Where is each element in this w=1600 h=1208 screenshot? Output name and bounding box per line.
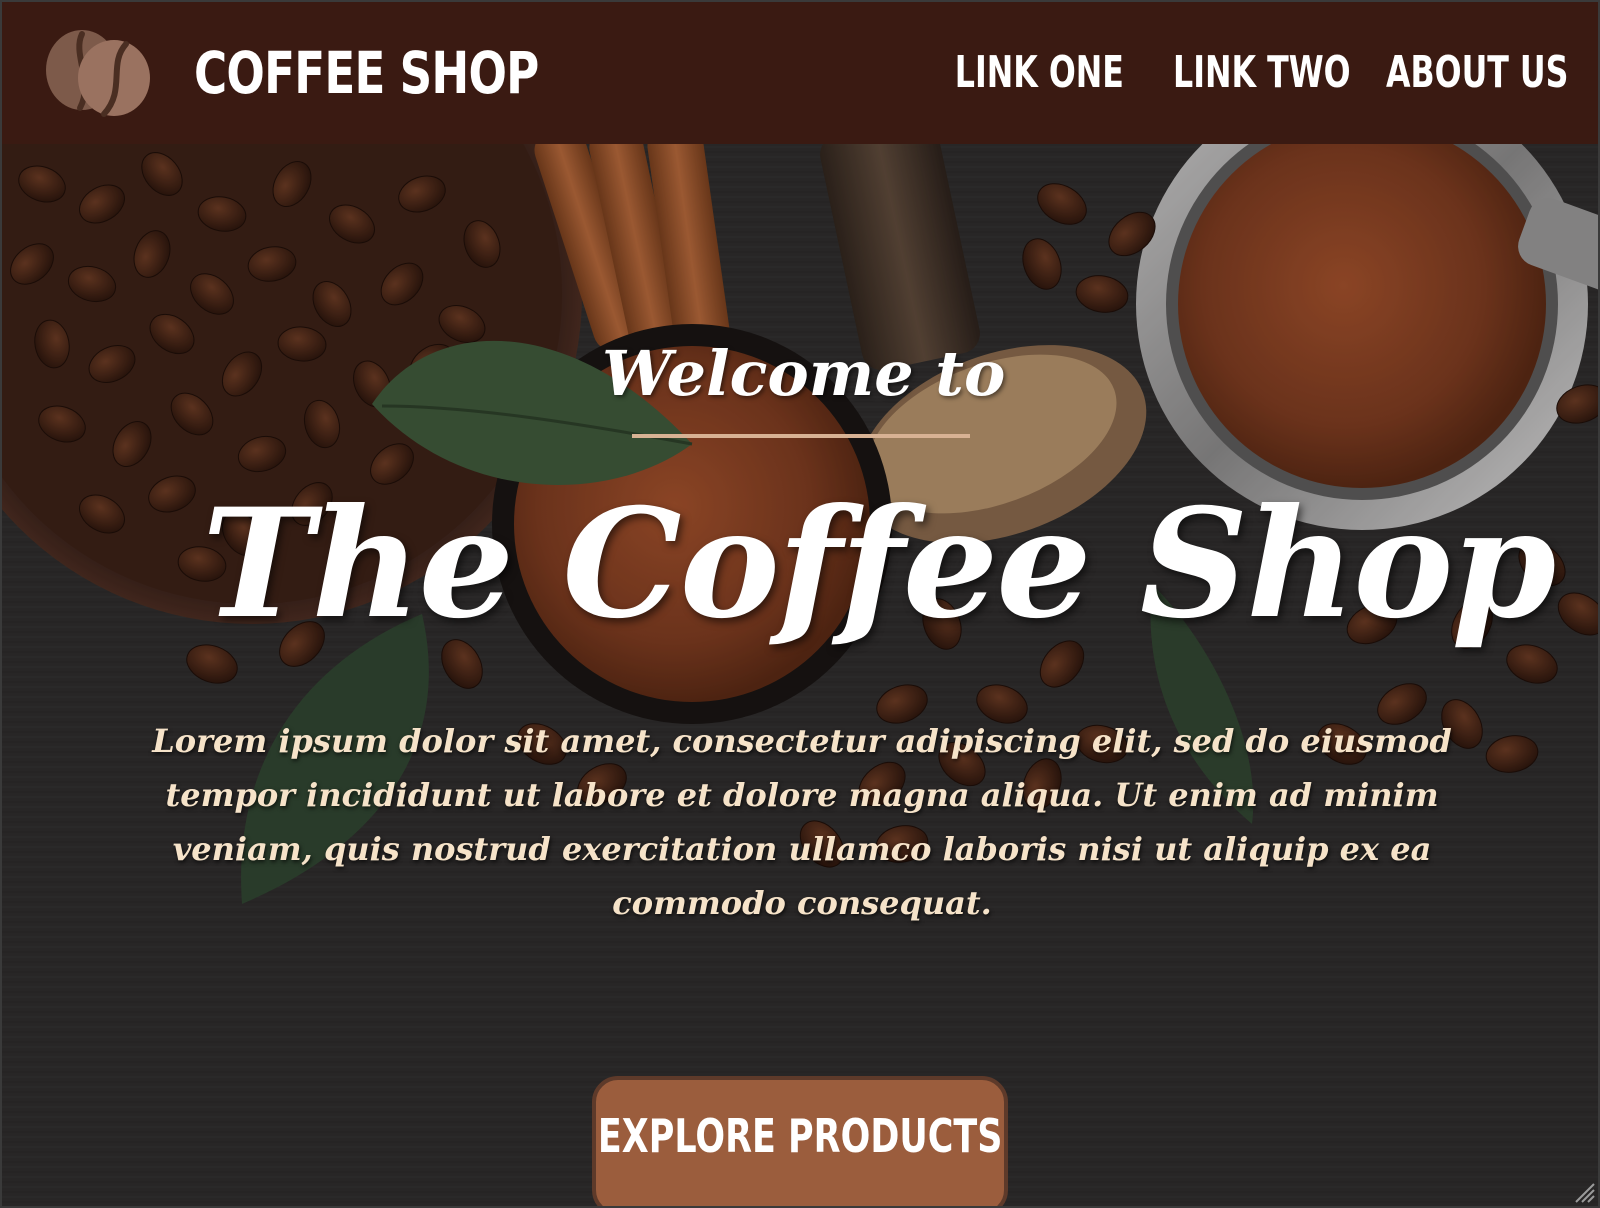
nav-link-two[interactable]: LINK TWO	[1173, 40, 1351, 106]
browser-viewport: COFFEE SHOP LINK ONE LINK TWO ABOUT US W…	[0, 0, 1600, 1208]
explore-products-button[interactable]: EXPLORE PRODUCTS	[592, 1076, 1008, 1206]
nav-links: LINK ONE LINK TWO ABOUT US	[889, 40, 1568, 106]
resize-grip-icon[interactable]	[1568, 1176, 1596, 1204]
navbar: COFFEE SHOP LINK ONE LINK TWO ABOUT US	[2, 2, 1598, 144]
nav-link-one[interactable]: LINK ONE	[955, 40, 1124, 106]
welcome-divider	[632, 434, 970, 438]
hero-description: Lorem ipsum dolor sit amet, consectetur …	[152, 722, 1452, 922]
hero-section: Welcome to The Coffee Shop Lorem ipsum d…	[2, 144, 1598, 1206]
explore-products-label: EXPLORE PRODUCTS	[597, 1109, 1003, 1163]
hero-overlay	[2, 144, 1598, 1206]
nav-link-about-us[interactable]: ABOUT US	[1385, 40, 1568, 106]
welcome-text: Welcome to	[602, 337, 1006, 410]
coffee-beans-icon[interactable]	[42, 24, 154, 118]
brand-name[interactable]: COFFEE SHOP	[194, 30, 539, 116]
hero-title: The Coffee Shop	[202, 476, 1556, 652]
